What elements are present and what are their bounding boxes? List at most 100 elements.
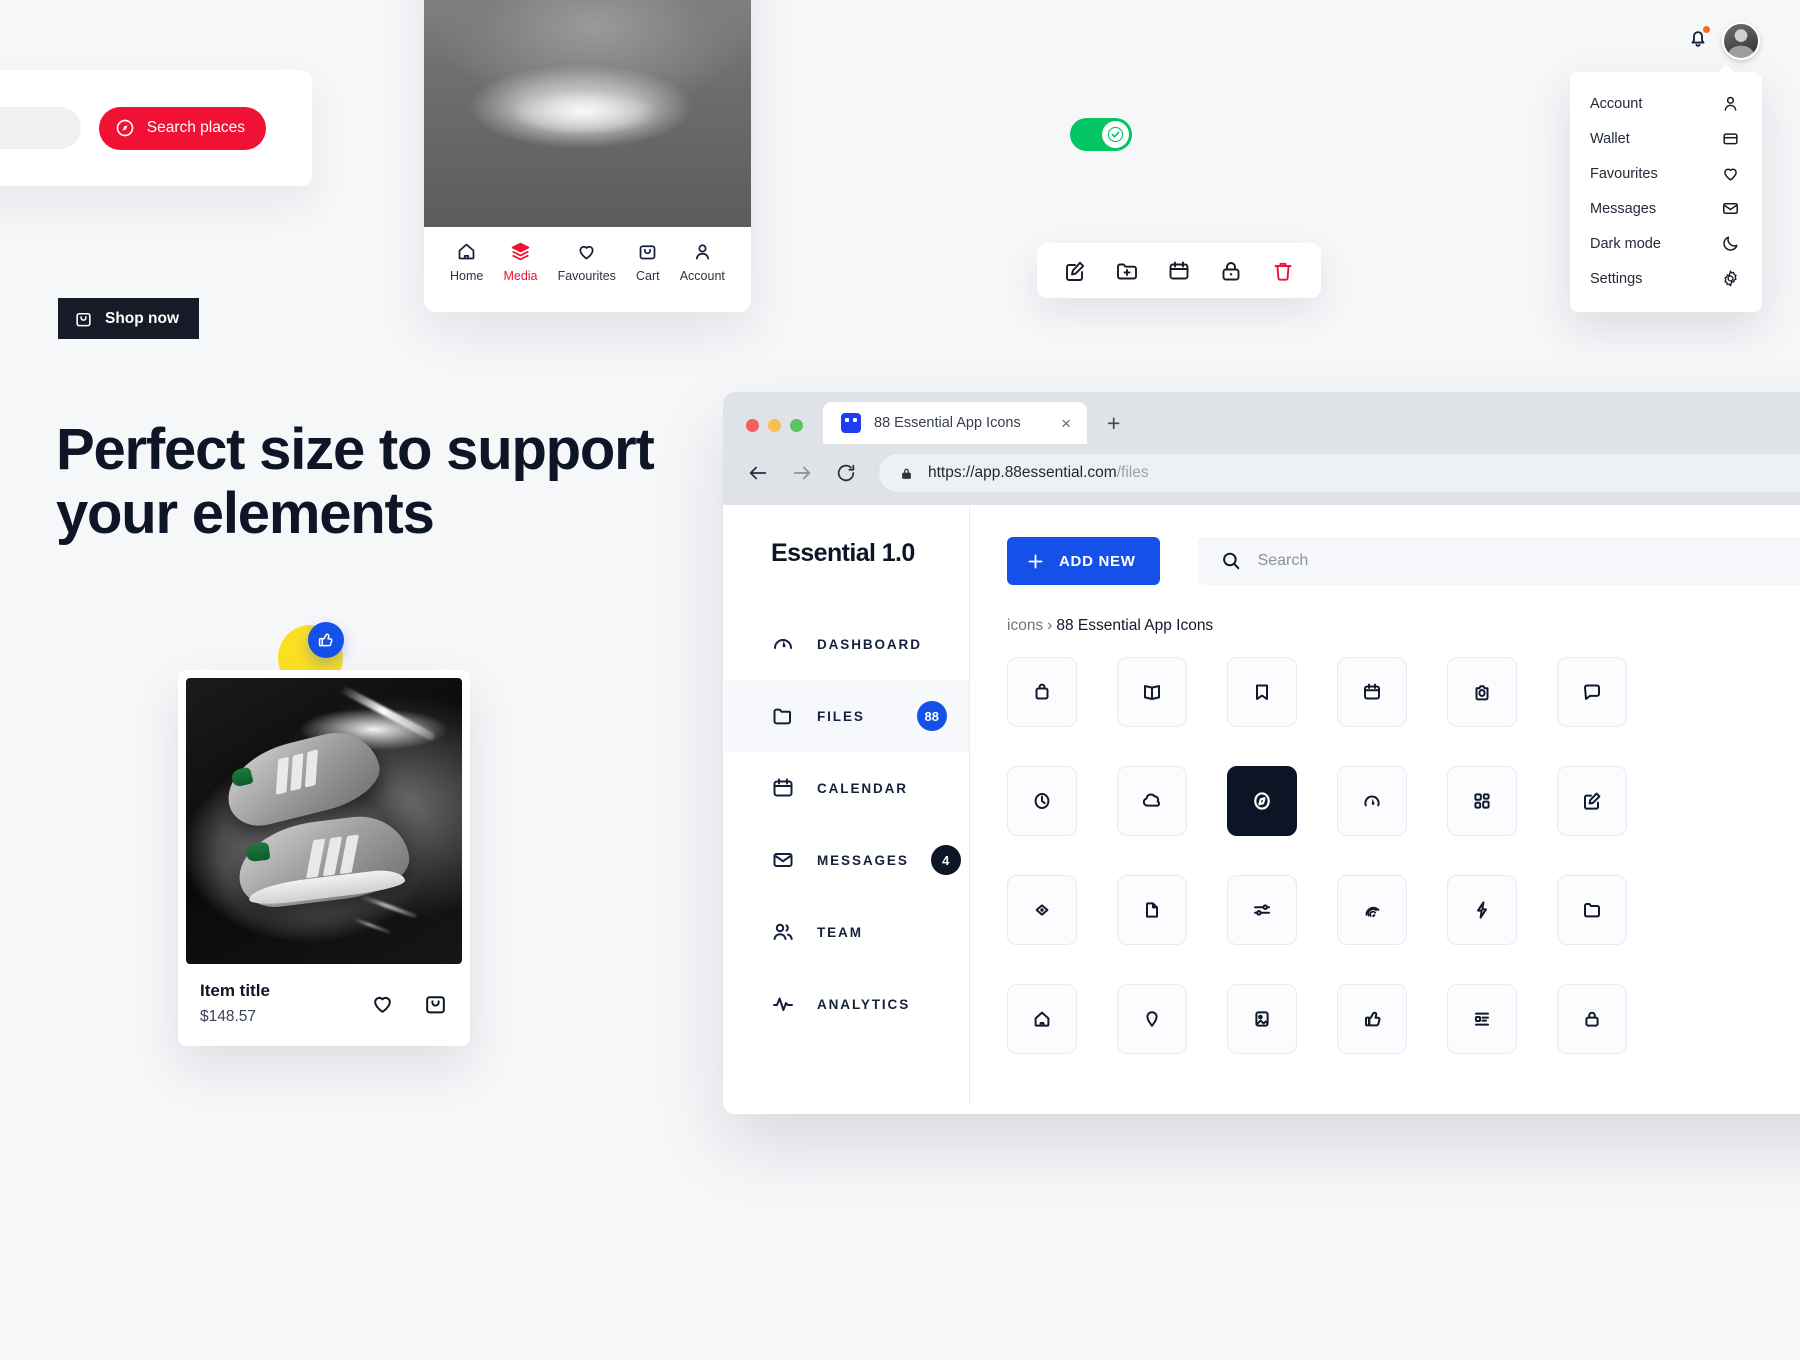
browser-tab[interactable]: 88 Essential App Icons ×	[823, 402, 1087, 444]
search-box[interactable]	[1197, 537, 1800, 585]
sidebar-item-files[interactable]: FILES 88	[723, 680, 969, 752]
nav-item-favourites[interactable]: Favourites	[558, 241, 616, 283]
icon-tile-edit[interactable]	[1557, 766, 1627, 836]
icon-tile-bookmark[interactable]	[1227, 657, 1297, 727]
back-icon[interactable]	[747, 462, 769, 484]
minimize-window-button[interactable]	[768, 419, 781, 432]
notification-bell-button[interactable]	[1687, 26, 1710, 54]
icon-tile-dashboard[interactable]	[1337, 766, 1407, 836]
bag-icon	[637, 241, 658, 262]
icon-tile-grid[interactable]	[1447, 766, 1517, 836]
trash-icon[interactable]	[1271, 259, 1295, 283]
tab-title: 88 Essential App Icons	[874, 415, 1021, 431]
menu-item-account[interactable]: Account	[1570, 86, 1762, 121]
icon-tile-bag[interactable]	[1007, 657, 1077, 727]
sidebar-item-dashboard[interactable]: DASHBOARD	[723, 608, 969, 680]
calendar-icon[interactable]	[1167, 259, 1191, 283]
team-icon	[771, 920, 795, 944]
icon-tile-image[interactable]	[1227, 984, 1297, 1054]
menu-item-messages[interactable]: Messages	[1570, 191, 1762, 226]
icon-tile-book[interactable]	[1117, 657, 1187, 727]
browser-window: 88 Essential App Icons × + https://app.8…	[723, 392, 1800, 1114]
add-new-button[interactable]: ADD NEW	[1007, 537, 1160, 585]
page-title: Perfect size to support your elements	[56, 418, 736, 546]
check-icon	[1107, 126, 1124, 143]
icon-tile-file[interactable]	[1117, 875, 1187, 945]
places-input[interactable]	[0, 107, 81, 149]
nav-label-account: Account	[679, 269, 725, 283]
nav-item-cart[interactable]: Cart	[636, 241, 660, 283]
brand-title: Essential 1.0	[771, 539, 915, 567]
icon-tile-lock[interactable]	[1557, 984, 1627, 1054]
like-badge[interactable]	[308, 622, 344, 658]
sidebar-item-team[interactable]: TEAM	[723, 896, 969, 968]
cloud-icon	[1140, 789, 1164, 813]
icon-tile-filter[interactable]	[1227, 875, 1297, 945]
close-window-button[interactable]	[746, 419, 759, 432]
thumbs-up-icon	[317, 631, 335, 649]
fingerprint-icon	[1360, 898, 1384, 922]
icon-tile-eye[interactable]	[1007, 875, 1077, 945]
icon-tile-camera[interactable]	[1447, 657, 1517, 727]
headline-line-1: Perfect size to support	[56, 417, 655, 482]
icon-tile-compass[interactable]	[1227, 766, 1297, 836]
search-places-label: Search places	[146, 119, 245, 136]
toggle-knob	[1102, 121, 1129, 148]
icon-tile-home[interactable]	[1007, 984, 1077, 1054]
icon-tile-thumbs-up[interactable]	[1337, 984, 1407, 1054]
menu-item-favourites[interactable]: Favourites	[1570, 156, 1762, 191]
bag-icon	[74, 309, 93, 328]
bookmark-icon	[1250, 680, 1274, 704]
icon-tile-cloud[interactable]	[1117, 766, 1187, 836]
forward-icon[interactable]	[791, 462, 813, 484]
icon-tile-calendar[interactable]	[1337, 657, 1407, 727]
book-icon	[1140, 680, 1164, 704]
menu-item-wallet[interactable]: Wallet	[1570, 121, 1762, 156]
lock-icon[interactable]	[1219, 259, 1243, 283]
avatar[interactable]	[1722, 22, 1760, 60]
url-path: /files	[1116, 464, 1149, 481]
sidebar-item-analytics[interactable]: ANALYTICS	[723, 968, 969, 1040]
breadcrumb-root[interactable]: icons	[1007, 617, 1043, 634]
icon-tile-clock[interactable]	[1007, 766, 1077, 836]
menu-item-dark-mode[interactable]: Dark mode	[1570, 226, 1762, 261]
sidebar-item-messages[interactable]: MESSAGES 4	[723, 824, 969, 896]
heart-icon[interactable]	[370, 991, 395, 1016]
icon-tile-folder[interactable]	[1557, 875, 1627, 945]
product-card[interactable]: Item title $148.57	[178, 670, 470, 1046]
window-controls	[740, 419, 821, 444]
sidebar-item-calendar[interactable]: CALENDAR	[723, 752, 969, 824]
sidebar-label-messages: MESSAGES	[817, 852, 909, 868]
user-icon	[1721, 94, 1740, 113]
search-input[interactable]	[1257, 552, 1800, 570]
edit-icon[interactable]	[1063, 259, 1087, 283]
shop-now-button[interactable]: Shop now	[58, 298, 200, 339]
nav-label-cart: Cart	[636, 269, 660, 283]
user-icon	[692, 241, 713, 262]
file-icon	[1140, 898, 1164, 922]
icon-tile-chat[interactable]	[1557, 657, 1627, 727]
icon-tile-fingerprint[interactable]	[1337, 875, 1407, 945]
close-icon[interactable]: ×	[1059, 415, 1073, 432]
toggle-switch[interactable]	[1070, 118, 1132, 151]
icon-tile-location[interactable]	[1117, 984, 1187, 1054]
account-dropdown-menu: Account Wallet Favourites Messages Dark …	[1570, 64, 1762, 312]
clock-icon	[1030, 789, 1054, 813]
nav-item-media[interactable]: Media	[503, 241, 538, 283]
icon-tile-flash[interactable]	[1447, 875, 1517, 945]
nav-item-home[interactable]: Home	[450, 241, 483, 283]
maximize-window-button[interactable]	[790, 419, 803, 432]
compass-icon	[1249, 788, 1275, 814]
nav-item-account[interactable]: Account	[680, 241, 725, 283]
folder-icon	[771, 704, 795, 728]
icon-tile-list[interactable]	[1447, 984, 1517, 1054]
search-places-button[interactable]: Search places	[98, 106, 266, 150]
dashboard-icon	[771, 632, 795, 656]
bag-icon[interactable]	[423, 991, 448, 1016]
url-bar[interactable]: https://app.88essential.com/files	[879, 454, 1800, 492]
chat-icon	[1580, 680, 1604, 704]
menu-item-settings[interactable]: Settings	[1570, 261, 1762, 296]
new-tab-button[interactable]: +	[1089, 412, 1136, 444]
reload-icon[interactable]	[835, 462, 857, 484]
folder-add-icon[interactable]	[1115, 259, 1139, 283]
